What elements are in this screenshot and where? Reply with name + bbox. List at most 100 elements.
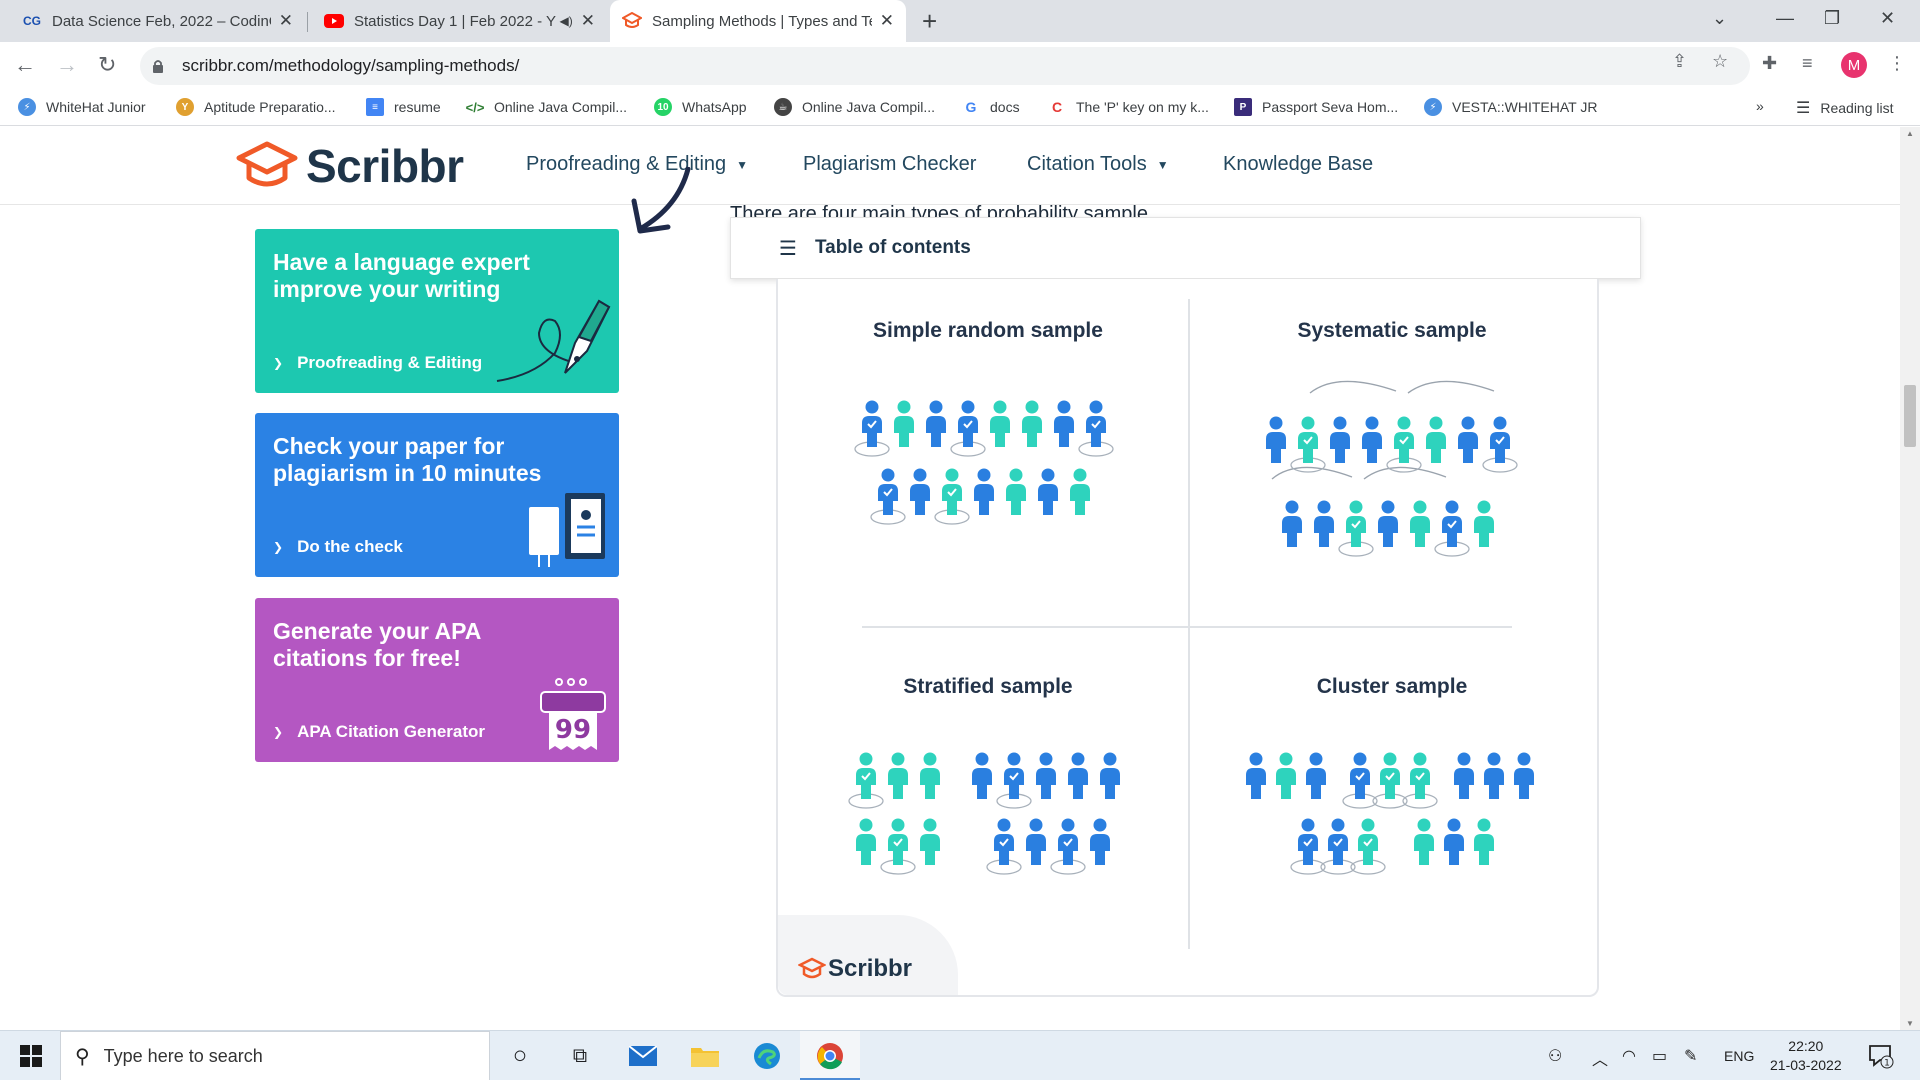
scroll-down-arrow-icon[interactable]: ▼: [1906, 1019, 1914, 1028]
nav-plagiarism-checker[interactable]: Plagiarism Checker: [803, 153, 976, 176]
profile-avatar[interactable]: M: [1841, 52, 1867, 78]
bookmark-item[interactable]: P Passport Seva Hom...: [1234, 98, 1398, 116]
selected-person-icon: [1338, 500, 1374, 557]
address-bar[interactable]: scribbr.com/methodology/sampling-methods…: [140, 47, 1750, 85]
person-icon: [1100, 752, 1120, 799]
promo-proofreading[interactable]: Have a language expert improve your writ…: [255, 229, 619, 393]
selected-person-icon: [854, 400, 890, 457]
bookmark-item[interactable]: Y Aptitude Preparatio...: [176, 98, 336, 116]
bookmark-star-icon[interactable]: ☆: [1712, 51, 1728, 72]
scroll-up-arrow-icon[interactable]: ▲: [1906, 129, 1914, 138]
brand-wordmark: Scribbr: [306, 140, 464, 192]
task-view-icon[interactable]: ⧉: [565, 1041, 595, 1071]
bookmark-item[interactable]: C The 'P' key on my k...: [1048, 98, 1209, 116]
chevron-right-icon: ❯: [273, 540, 284, 554]
reload-icon[interactable]: ↻: [98, 52, 116, 78]
bookmark-item[interactable]: ≡ resume: [366, 98, 441, 116]
extensions-icon[interactable]: ✚: [1762, 53, 1777, 74]
battery-icon[interactable]: ▭: [1652, 1046, 1667, 1066]
svg-text:1: 1: [1884, 1059, 1890, 1069]
media-control-icon[interactable]: ≡: [1802, 53, 1813, 74]
sampling-types-figure: Simple random sample Systematic sample S…: [776, 279, 1599, 997]
new-tab-button[interactable]: +: [922, 6, 937, 37]
nav-knowledge-base[interactable]: Knowledge Base: [1223, 153, 1373, 176]
minimize-icon[interactable]: —: [1776, 8, 1794, 29]
cortana-icon[interactable]: ○: [505, 1041, 535, 1071]
browser-toolbar: ← → ↻ scribbr.com/methodology/sampling-m…: [0, 42, 1920, 90]
person-icon: [920, 818, 940, 865]
person-icon: [1474, 500, 1494, 547]
chrome-icon[interactable]: [815, 1041, 845, 1071]
scrollbar-thumb[interactable]: [1904, 385, 1916, 447]
bookmark-item[interactable]: </> Online Java Compil...: [466, 98, 627, 116]
bookmark-item[interactable]: 10 WhatsApp: [654, 98, 747, 116]
bookmark-item[interactable]: Gdocs: [962, 98, 1020, 116]
edge-icon[interactable]: [752, 1041, 782, 1071]
windows-start-icon[interactable]: [16, 1041, 46, 1071]
svg-text:99: 99: [555, 715, 591, 745]
wifi-icon[interactable]: ◠: [1622, 1046, 1636, 1066]
people-icon[interactable]: ⚇: [1548, 1046, 1562, 1066]
more-bookmarks-button[interactable]: »: [1756, 98, 1764, 114]
lock-icon[interactable]: [152, 59, 164, 73]
promo-link[interactable]: ❯ Proofreading & Editing: [273, 353, 482, 373]
close-icon[interactable]: ✕: [880, 11, 894, 31]
chevron-up-icon[interactable]: ︿: [1592, 1046, 1608, 1070]
taskbar-clock[interactable]: 22:20 21-03-2022: [1770, 1037, 1842, 1075]
aptitude-icon: Y: [176, 98, 194, 116]
people-illustration: [848, 380, 1534, 875]
close-icon[interactable]: ✕: [581, 11, 595, 31]
more-menu-icon[interactable]: ⋮: [1888, 53, 1906, 74]
reading-list-icon: ☰: [1796, 100, 1811, 117]
bookmark-item[interactable]: ⚡ VESTA::WHITEHAT JR: [1424, 98, 1597, 116]
person-icon: [920, 752, 940, 799]
page-scrollbar[interactable]: ▲ ▼: [1900, 127, 1920, 1030]
tab-search-chevron-icon[interactable]: ⌄: [1712, 8, 1727, 29]
mute-icon[interactable]: ◀︎): [560, 14, 573, 28]
tab-data-science[interactable]: CG Data Science Feb, 2022 – CodinG ✕: [10, 0, 305, 42]
language-indicator[interactable]: ENG: [1724, 1048, 1754, 1064]
person-icon: [972, 752, 992, 799]
promo-plagiarism[interactable]: Check your paper for plagiarism in 10 mi…: [255, 413, 619, 577]
tab-sampling-methods[interactable]: Sampling Methods | Types and Te ✕: [610, 0, 906, 42]
search-placeholder: Type here to search: [103, 1045, 263, 1066]
person-icon: [856, 818, 876, 865]
notifications-icon[interactable]: 1: [1868, 1043, 1894, 1075]
nav-citation-tools[interactable]: Citation Tools ▼: [1027, 153, 1169, 176]
tab-statistics[interactable]: Statistics Day 1 | Feb 2022 - Y ◀︎) ✕: [312, 0, 607, 42]
window-close-icon[interactable]: ✕: [1880, 8, 1895, 29]
promo-citation[interactable]: Generate your APA citations for free! ❯ A…: [255, 598, 619, 762]
mail-icon[interactable]: [628, 1041, 658, 1071]
person-icon: [894, 400, 914, 447]
promo-link[interactable]: ❯ APA Citation Generator: [273, 722, 485, 742]
pen-icon[interactable]: ✎: [1684, 1046, 1697, 1066]
chevron-down-icon: ▼: [1156, 157, 1169, 172]
bookmark-item[interactable]: ☕ Online Java Compil...: [774, 98, 935, 116]
person-icon: [974, 468, 994, 515]
chevron-down-icon: ▼: [736, 157, 749, 172]
whatsapp-icon: 10: [654, 98, 672, 116]
toc-title: Table of contents: [814, 237, 971, 258]
promo-headline: Check your paper for plagiarism in 10 mi…: [273, 433, 542, 486]
list-icon: ☰: [779, 237, 797, 260]
promo-link[interactable]: ❯ Do the check: [273, 537, 403, 557]
table-of-contents-bar[interactable]: ☰ Table of contents: [730, 217, 1641, 279]
close-icon[interactable]: ✕: [279, 11, 293, 31]
selected-person-icon: [934, 468, 970, 525]
article-partial-text: There are four main types of probability…: [730, 203, 1154, 217]
person-icon: [1314, 500, 1334, 547]
selected-person-icon: [1482, 416, 1518, 473]
back-arrow-icon[interactable]: ←: [14, 52, 36, 78]
taskbar-search-box[interactable]: ⚲ Type here to search: [60, 1031, 490, 1080]
bookmark-item[interactable]: ⚡ WhiteHat Junior: [18, 98, 146, 116]
figure-watermark: Scribbr: [778, 915, 958, 995]
person-icon: [910, 468, 930, 515]
scribbr-logo[interactable]: Scribbr: [236, 139, 464, 193]
person-icon: [1022, 400, 1042, 447]
share-icon[interactable]: ⇪: [1672, 51, 1687, 72]
youtube-icon: [324, 11, 344, 31]
file-explorer-icon[interactable]: [690, 1041, 720, 1071]
reading-list-button[interactable]: ☰ Reading list: [1796, 98, 1894, 118]
forward-arrow-icon[interactable]: →: [56, 52, 78, 78]
restore-icon[interactable]: ❐: [1824, 8, 1840, 29]
